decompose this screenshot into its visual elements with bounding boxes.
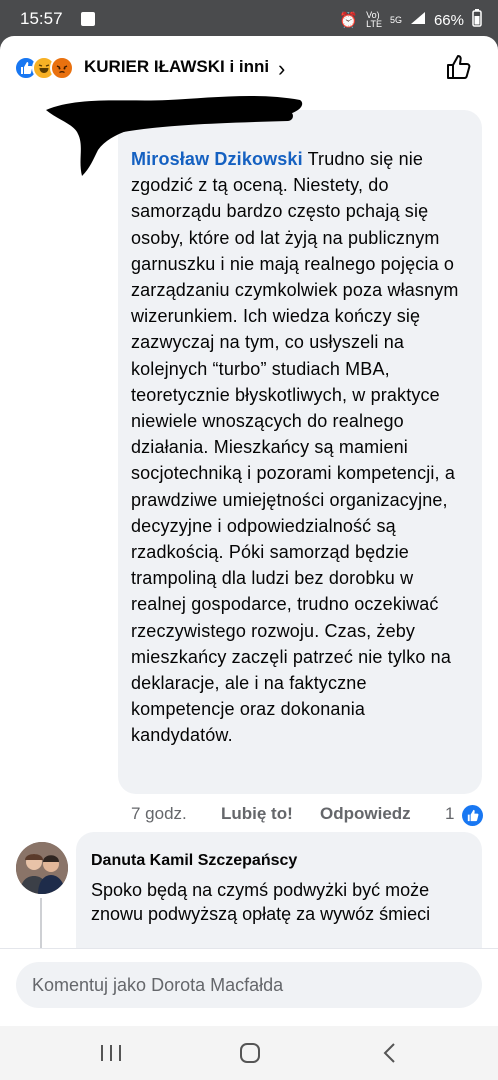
status-bar: 15:57 ⏰ Vo) LTE 5G 66%	[0, 0, 498, 38]
reply-text: Spoko będą na czymś podwyżki być może zn…	[91, 880, 431, 924]
back-icon[interactable]	[370, 1038, 410, 1068]
page-title[interactable]: KURIER IŁAWSKI i inni	[84, 57, 269, 77]
reaction-count[interactable]: 1	[445, 804, 454, 824]
network-type: 5G	[389, 14, 402, 25]
chevron-right-icon[interactable]: ›	[278, 56, 285, 82]
comment-actions: 7 godz. Lubię to! Odpowiedz 1	[131, 804, 486, 828]
volte-indicator: Vo) LTE	[366, 10, 382, 29]
reply-author-link[interactable]: Danuta Kamil Szczepańscy	[91, 852, 297, 870]
reaction-summary[interactable]	[14, 56, 78, 80]
battery-icon	[472, 9, 482, 31]
comment-composer-bar	[0, 948, 498, 1026]
avatar[interactable]	[16, 842, 68, 894]
comments-sheet: KURIER IŁAWSKI i inni › Mirosław Dzikows…	[0, 36, 498, 1026]
status-indicators: ⏰ Vo) LTE 5G 66%	[339, 9, 482, 31]
like-post-button[interactable]	[444, 52, 474, 82]
alarm-icon: ⏰	[339, 12, 359, 29]
comment-author-link[interactable]: Mirosław Dzikowski	[131, 149, 303, 169]
battery-level: 66%	[433, 11, 464, 29]
signal-icon	[410, 11, 426, 29]
like-reaction-icon[interactable]	[462, 805, 483, 826]
comment-input[interactable]	[16, 962, 482, 1008]
angry-icon	[50, 56, 74, 80]
notification-icon	[81, 12, 95, 26]
home-icon[interactable]	[230, 1038, 270, 1068]
comment-text: Trudno się nie zgodzić z tą oceną. Niest…	[131, 149, 459, 746]
comment-text-block: Mirosław Dzikowski Trudno się nie zgodzi…	[131, 146, 471, 749]
status-time: 15:57	[20, 9, 63, 28]
system-nav-bar	[0, 1026, 498, 1080]
comment-timestamp[interactable]: 7 godz.	[131, 804, 187, 824]
recents-icon[interactable]	[91, 1038, 131, 1068]
like-button[interactable]: Lubię to!	[221, 804, 293, 824]
reply-button[interactable]: Odpowiedz	[320, 804, 411, 824]
thread-line	[40, 898, 42, 952]
